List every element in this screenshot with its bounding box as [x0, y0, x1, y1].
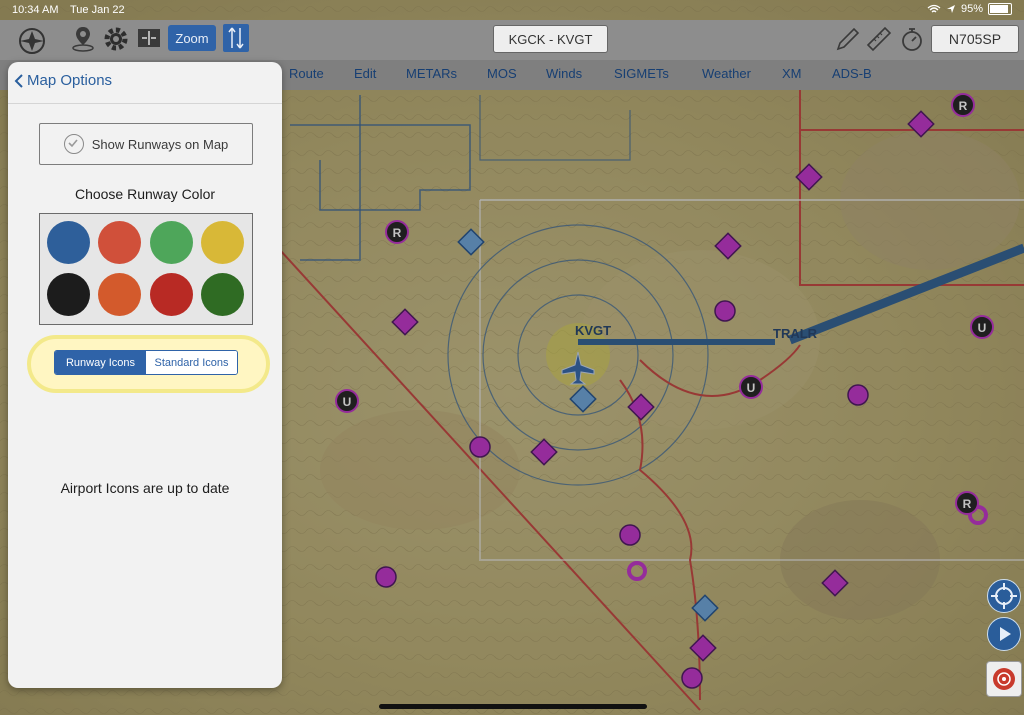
swatch-green[interactable]	[150, 221, 193, 264]
airport-label-kvgt: KVGT	[575, 323, 611, 338]
zoom-button[interactable]: Zoom	[168, 25, 216, 51]
menu-adsb[interactable]: ADS-B	[832, 66, 872, 81]
menu-metars[interactable]: METARs	[406, 66, 457, 81]
menu-mos[interactable]: MOS	[487, 66, 517, 81]
home-indicator[interactable]	[379, 704, 647, 709]
back-button-label: Map Options	[27, 72, 113, 89]
swatch-dark-green[interactable]	[201, 273, 244, 316]
status-time: 10:34 AM	[12, 4, 59, 16]
airport-marker[interactable]	[469, 436, 491, 458]
back-button[interactable]: Map Options	[14, 72, 112, 89]
battery-percent: 95%	[960, 3, 983, 15]
timer-icon[interactable]	[899, 25, 925, 53]
swatch-red[interactable]	[150, 273, 193, 316]
chevron-left-icon	[14, 73, 23, 88]
choose-runway-color-title: Choose Runway Color	[74, 186, 216, 202]
airport-marker[interactable]	[847, 384, 869, 406]
airport-icons-status: Airport Icons are up to date	[60, 480, 230, 496]
app-logo-icon[interactable]	[14, 27, 50, 55]
recenter-button[interactable]	[987, 579, 1021, 613]
unicom-label: U	[747, 381, 756, 395]
swatch-yellow[interactable]	[201, 221, 244, 264]
wifi-icon	[927, 4, 941, 13]
menu-winds[interactable]: Winds	[546, 66, 582, 81]
swatch-blue[interactable]	[47, 221, 90, 264]
route-button[interactable]: KGCK - KVGT	[493, 25, 608, 53]
menu-edit[interactable]: Edit	[354, 66, 376, 81]
swatch-orange[interactable]	[98, 273, 141, 316]
ruler-icon[interactable]	[865, 25, 893, 53]
top-toolbar: Zoom KGCK - KVGT N705SP	[0, 20, 1024, 60]
restricted-label: R	[393, 226, 402, 240]
swatch-black[interactable]	[47, 273, 90, 316]
panel-header: Map Options	[8, 62, 282, 104]
radar-overlay-button[interactable]	[986, 661, 1022, 697]
status-bar: 10:34 AM Tue Jan 22 95%	[0, 0, 1024, 20]
radar-icon	[993, 668, 1015, 690]
status-date: Tue Jan 22	[70, 4, 125, 16]
airport-marker[interactable]	[681, 667, 703, 689]
map-pin-icon[interactable]	[70, 25, 96, 53]
segment-runway-icons[interactable]: Runway Icons	[55, 351, 146, 374]
show-runways-button[interactable]: Show Runways on Map	[39, 123, 253, 165]
settings-gear-icon[interactable]	[102, 25, 130, 53]
menu-sigmets[interactable]: SIGMETs	[614, 66, 669, 81]
airport-marker[interactable]	[619, 524, 641, 546]
airport-marker[interactable]	[375, 566, 397, 588]
unicom-label: U	[978, 321, 987, 335]
split-screen-icon[interactable]	[137, 27, 161, 49]
airport-marker[interactable]	[714, 300, 736, 322]
battery-icon	[988, 3, 1012, 15]
menu-weather[interactable]: Weather	[702, 66, 751, 81]
swatch-orange-red[interactable]	[98, 221, 141, 264]
restricted-label: R	[959, 99, 968, 113]
play-icon	[1000, 627, 1011, 641]
status-right: 95%	[927, 3, 1012, 15]
waypoint-label-tralr: TRALR	[773, 326, 818, 341]
location-icon	[946, 5, 955, 13]
runway-color-grid	[39, 213, 253, 325]
north-up-toggle-icon[interactable]	[223, 24, 249, 52]
pencil-icon[interactable]	[834, 25, 860, 53]
restricted-label: R	[963, 497, 972, 511]
segment-standard-icons[interactable]: Standard Icons	[146, 351, 237, 374]
unicom-label: U	[343, 395, 352, 409]
checkmark-circle-icon	[63, 134, 84, 154]
crosshair-icon	[991, 583, 1017, 609]
play-animation-button[interactable]	[987, 617, 1021, 651]
menu-route[interactable]: Route	[289, 66, 324, 81]
icon-style-segmented-control: Runway Icons Standard Icons	[54, 350, 238, 375]
map-options-panel: Map Options Show Runways on Map Choose R…	[8, 62, 282, 688]
aircraft-tail-button[interactable]: N705SP	[931, 25, 1019, 53]
show-runways-label: Show Runways on Map	[91, 136, 229, 152]
menu-xm[interactable]: XM	[782, 66, 802, 81]
